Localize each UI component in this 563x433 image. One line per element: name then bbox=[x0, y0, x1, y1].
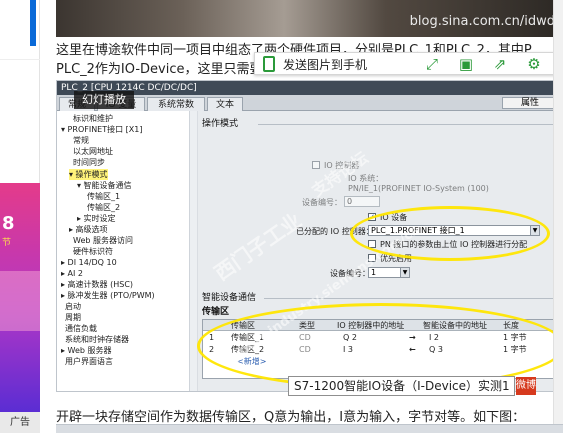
tree-item[interactable]: 时间同步 bbox=[73, 157, 105, 168]
tree-item[interactable]: 传输区_2 bbox=[87, 202, 120, 213]
tree-item[interactable]: 用户界面语言 bbox=[65, 356, 113, 367]
next-image-preview[interactable] bbox=[56, 424, 563, 433]
device-number-2-select[interactable]: 1 ▼ bbox=[368, 267, 410, 278]
tree-item[interactable]: ▸ DI 14/DQ 10 bbox=[61, 257, 117, 268]
tree-item[interactable]: 常规 bbox=[73, 135, 89, 146]
tree-item[interactable]: ▸ 高速计数器 (HSC) bbox=[61, 279, 133, 290]
tree-scrollbar[interactable] bbox=[189, 111, 197, 391]
property-tree: 标识和维护 ▾ PROFINET接口 [X1] 常规 以太网地址 时间同步 ▾ … bbox=[57, 111, 197, 391]
tab-texts[interactable]: 文本 bbox=[207, 97, 243, 111]
send-to-phone-button[interactable]: 发送图片到手机 bbox=[283, 56, 367, 73]
image-toolbar: 发送图片到手机 ⤢ ▣ ⇗ ⚙ bbox=[254, 52, 563, 75]
article-paragraph-2: 开辟一块存储空间作为数据传输区，Q意为输出，I意为输入，字节对等。如下图： bbox=[56, 410, 526, 425]
io-system-value: PN/IE_1(PROFINET IO-System (100) bbox=[348, 184, 489, 193]
weibo-tag[interactable]: 微博 bbox=[516, 377, 536, 395]
section-operating-mode: 操作模式 bbox=[202, 117, 562, 131]
tree-item-operating-mode[interactable]: ▾ 操作模式 bbox=[69, 169, 108, 180]
expand-icon[interactable]: ⤢ bbox=[423, 55, 441, 73]
side-advertisement[interactable]: 8 节 bbox=[0, 183, 40, 413]
properties-tab[interactable]: 属性 bbox=[502, 97, 558, 109]
chevron-down-icon[interactable]: ▼ bbox=[400, 268, 409, 277]
ad-label: 广告 bbox=[0, 412, 40, 433]
tree-item[interactable]: ▸ AI 2 bbox=[61, 268, 83, 279]
io-controller-checkbox[interactable] bbox=[312, 161, 320, 169]
ad-subtext: 节 bbox=[2, 238, 12, 248]
article-paragraph-1-line-2: PLC_2作为IO-Device，这里只需要在P bbox=[56, 62, 284, 77]
tree-item[interactable]: ▸ 脉冲发生器 (PTO/PWM) bbox=[61, 290, 155, 301]
device-number-field[interactable]: 0 bbox=[344, 196, 380, 207]
highlight-circle bbox=[350, 206, 550, 261]
tree-item[interactable]: 通信负载 bbox=[65, 323, 97, 334]
tree-item[interactable]: Web 服务器访问 bbox=[73, 235, 133, 246]
tia-portal-screenshot[interactable]: PLC_2 [CPU 1214C DC/DC/DC] 常规 IO 变量 系统常数… bbox=[56, 80, 563, 392]
save-icon[interactable]: ▣ bbox=[457, 55, 475, 73]
section-title: 智能设备通信 bbox=[202, 293, 257, 303]
share-icon[interactable]: ⇗ bbox=[491, 55, 509, 73]
tree-item[interactable]: 标识和维护 bbox=[73, 113, 113, 124]
tree-item[interactable]: 周期 bbox=[65, 312, 81, 323]
phone-icon[interactable] bbox=[263, 56, 275, 72]
blog-page: 8 节 广告 blog.sina.com.cn/idwd 这里在博途软件中同一项… bbox=[0, 0, 563, 433]
tree-item[interactable]: ▸ Web 服务器 bbox=[61, 345, 112, 356]
tree-item[interactable]: ▾ 智能设备通信 bbox=[77, 180, 132, 191]
sidebar-link[interactable] bbox=[0, 0, 40, 60]
left-sidebar: 8 节 广告 bbox=[0, 0, 40, 433]
section-title: 操作模式 bbox=[202, 119, 239, 129]
settings-icon[interactable]: ⚙ bbox=[525, 55, 543, 73]
image-caption: S7-1200智能IO设备（I-Device）实测1 bbox=[288, 376, 515, 396]
tree-item[interactable]: 系统和时钟存储器 bbox=[65, 334, 129, 345]
photo-watermark: blog.sina.com.cn/idwd bbox=[409, 14, 555, 29]
section-transfer-area: 传输区 bbox=[202, 307, 230, 317]
tree-item[interactable]: 启动 bbox=[65, 301, 81, 312]
slideshow-button[interactable]: 幻灯播放 bbox=[74, 91, 134, 109]
tree-item[interactable]: 硬件标识符 bbox=[73, 246, 113, 257]
tree-item[interactable]: ▾ PROFINET接口 [X1] bbox=[61, 124, 142, 135]
ad-number: 8 bbox=[2, 213, 15, 234]
article-photo[interactable]: blog.sina.com.cn/idwd bbox=[56, 0, 563, 37]
page-scrollbar[interactable] bbox=[553, 0, 563, 433]
tree-item[interactable]: ▸ 实时设定 bbox=[77, 213, 116, 224]
tree-item[interactable]: ▸ 高级选项 bbox=[69, 224, 108, 235]
tree-item[interactable]: 传输区_1 bbox=[87, 191, 120, 202]
tab-system-constants[interactable]: 系统常数 bbox=[147, 97, 205, 111]
tree-item[interactable]: 以太网地址 bbox=[73, 146, 113, 157]
